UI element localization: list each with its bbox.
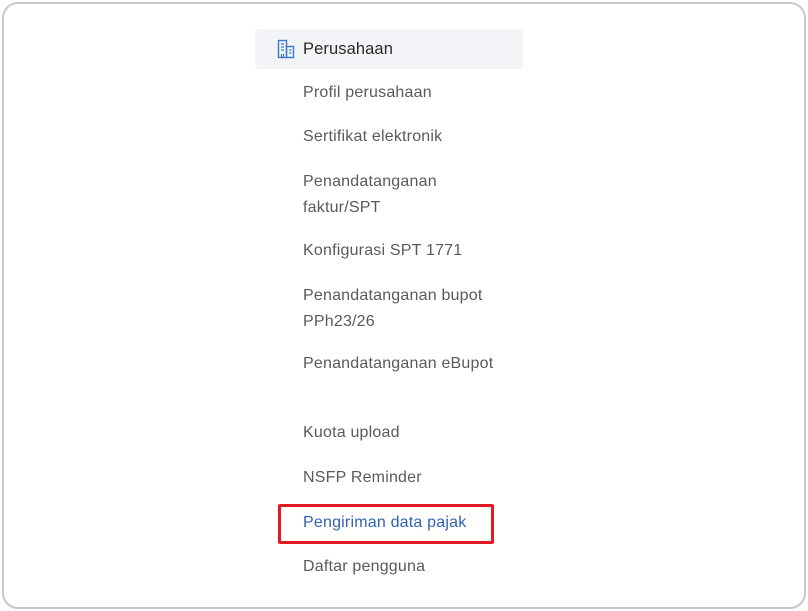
menu-item-penandatanganan-faktur-spt[interactable]: Penandatanganan faktur/SPT [303, 169, 513, 221]
menu-item-sertifikat-elektronik[interactable]: Sertifikat elektronik [303, 124, 513, 150]
sidebar-menu: Perusahaan Profil perusahaan Sertifikat … [255, 29, 523, 575]
building-icon [277, 39, 295, 59]
menu-item-konfigurasi-spt-1771[interactable]: Konfigurasi SPT 1771 [303, 238, 513, 264]
menu-item-kuota-upload[interactable]: Kuota upload [303, 420, 513, 446]
menu-item-daftar-pengguna[interactable]: Daftar pengguna [303, 554, 513, 580]
highlight-annotation-box [278, 504, 494, 544]
menu-header-perusahaan[interactable]: Perusahaan [255, 29, 523, 69]
menu-header-label: Perusahaan [303, 39, 393, 58]
menu-item-penandatanganan-ebupot[interactable]: Penandatanganan eBupot [303, 351, 513, 377]
menu-item-penandatanganan-bupot[interactable]: Penandatanganan bupot PPh23/26 [303, 283, 513, 335]
menu-item-nsfp-reminder[interactable]: NSFP Reminder [303, 465, 513, 491]
menu-item-profil-perusahaan[interactable]: Profil perusahaan [303, 80, 513, 106]
